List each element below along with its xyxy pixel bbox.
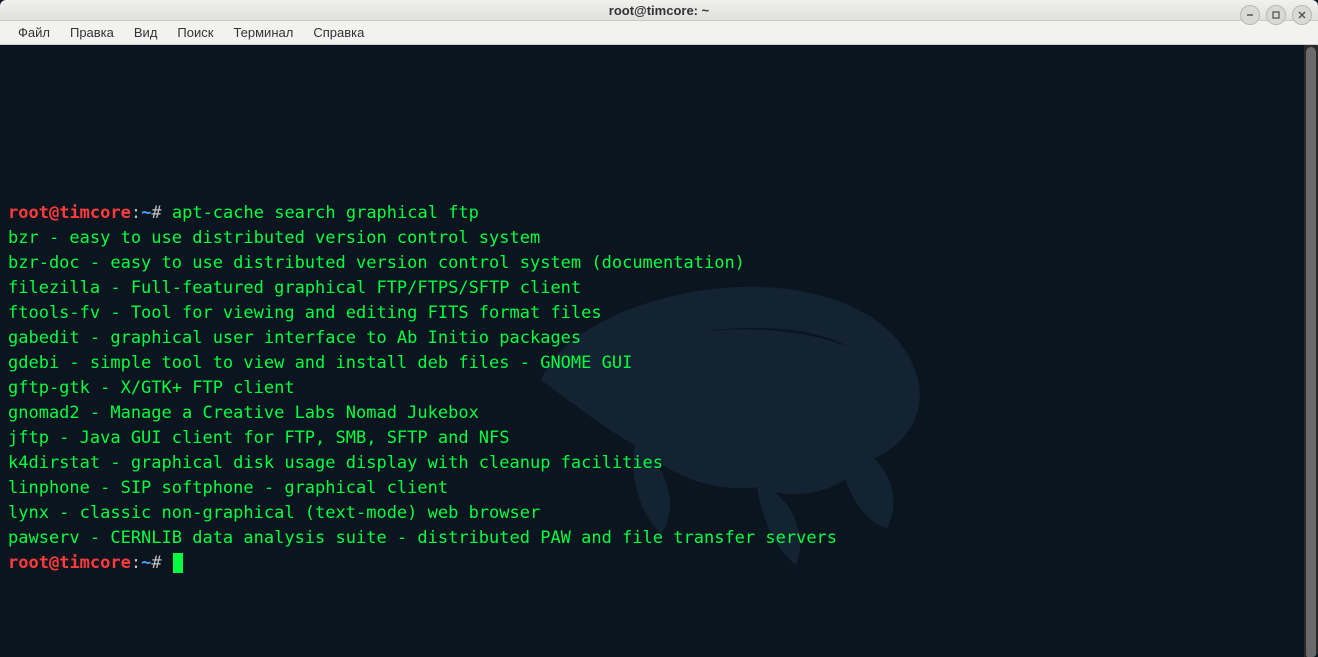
minimize-icon: [1245, 10, 1255, 20]
menu-file[interactable]: Файл: [8, 21, 60, 44]
menubar: Файл Правка Вид Поиск Терминал Справка: [0, 21, 1318, 45]
window-controls: [1240, 5, 1312, 25]
command-line: apt-cache search graphical ftp: [172, 203, 479, 223]
menu-edit[interactable]: Правка: [60, 21, 124, 44]
menu-search[interactable]: Поиск: [167, 21, 223, 44]
prompt-hash: #: [151, 203, 161, 223]
scroll-thumb[interactable]: [1306, 47, 1316, 657]
prompt-path: ~: [141, 203, 151, 223]
output-line: gdebi - simple tool to view and install …: [8, 353, 632, 373]
titlebar: root@timcore: ~: [0, 0, 1318, 21]
output-line: lynx - classic non-graphical (text-mode)…: [8, 503, 540, 523]
output-line: ftools-fv - Tool for viewing and editing…: [8, 303, 602, 323]
prompt-user: root: [8, 203, 49, 223]
prompt-at: @: [49, 203, 59, 223]
output-line: gftp-gtk - X/GTK+ FTP client: [8, 378, 295, 398]
prompt-host: timcore: [59, 203, 131, 223]
output-line: gnomad2 - Manage a Creative Labs Nomad J…: [8, 403, 479, 423]
output-line: pawserv - CERNLIB data analysis suite - …: [8, 528, 837, 548]
prompt-path: ~: [141, 553, 151, 573]
window-title: root@timcore: ~: [609, 3, 709, 18]
maximize-icon: [1271, 10, 1281, 20]
menu-view[interactable]: Вид: [124, 21, 168, 44]
close-button[interactable]: [1292, 5, 1312, 25]
terminal[interactable]: root@timcore:~# apt-cache search graphic…: [0, 45, 1304, 657]
terminal-area: root@timcore:~# apt-cache search graphic…: [0, 45, 1318, 657]
output-line: bzr-doc - easy to use distributed versio…: [8, 253, 745, 273]
prompt-hash: #: [151, 553, 161, 573]
terminal-content: root@timcore:~# apt-cache search graphic…: [8, 176, 1296, 601]
output-line: linphone - SIP softphone - graphical cli…: [8, 478, 448, 498]
output-line: filezilla - Full-featured graphical FTP/…: [8, 278, 581, 298]
output-line: bzr - easy to use distributed version co…: [8, 228, 540, 248]
output-line: gabedit - graphical user interface to Ab…: [8, 328, 581, 348]
prompt-user: root: [8, 553, 49, 573]
close-icon: [1297, 10, 1307, 20]
prompt-colon: :: [131, 203, 141, 223]
menu-terminal[interactable]: Терминал: [223, 21, 303, 44]
terminal-window: root@timcore: ~ Файл Правка Вид Поиск Те…: [0, 0, 1318, 657]
prompt-colon: :: [131, 553, 141, 573]
prompt-at: @: [49, 553, 59, 573]
scrollbar[interactable]: [1304, 45, 1318, 657]
output-line: k4dirstat - graphical disk usage display…: [8, 453, 663, 473]
maximize-button[interactable]: [1266, 5, 1286, 25]
minimize-button[interactable]: [1240, 5, 1260, 25]
cursor: [173, 553, 183, 573]
prompt-host: timcore: [59, 553, 131, 573]
menu-help[interactable]: Справка: [303, 21, 374, 44]
output-line: jftp - Java GUI client for FTP, SMB, SFT…: [8, 428, 510, 448]
